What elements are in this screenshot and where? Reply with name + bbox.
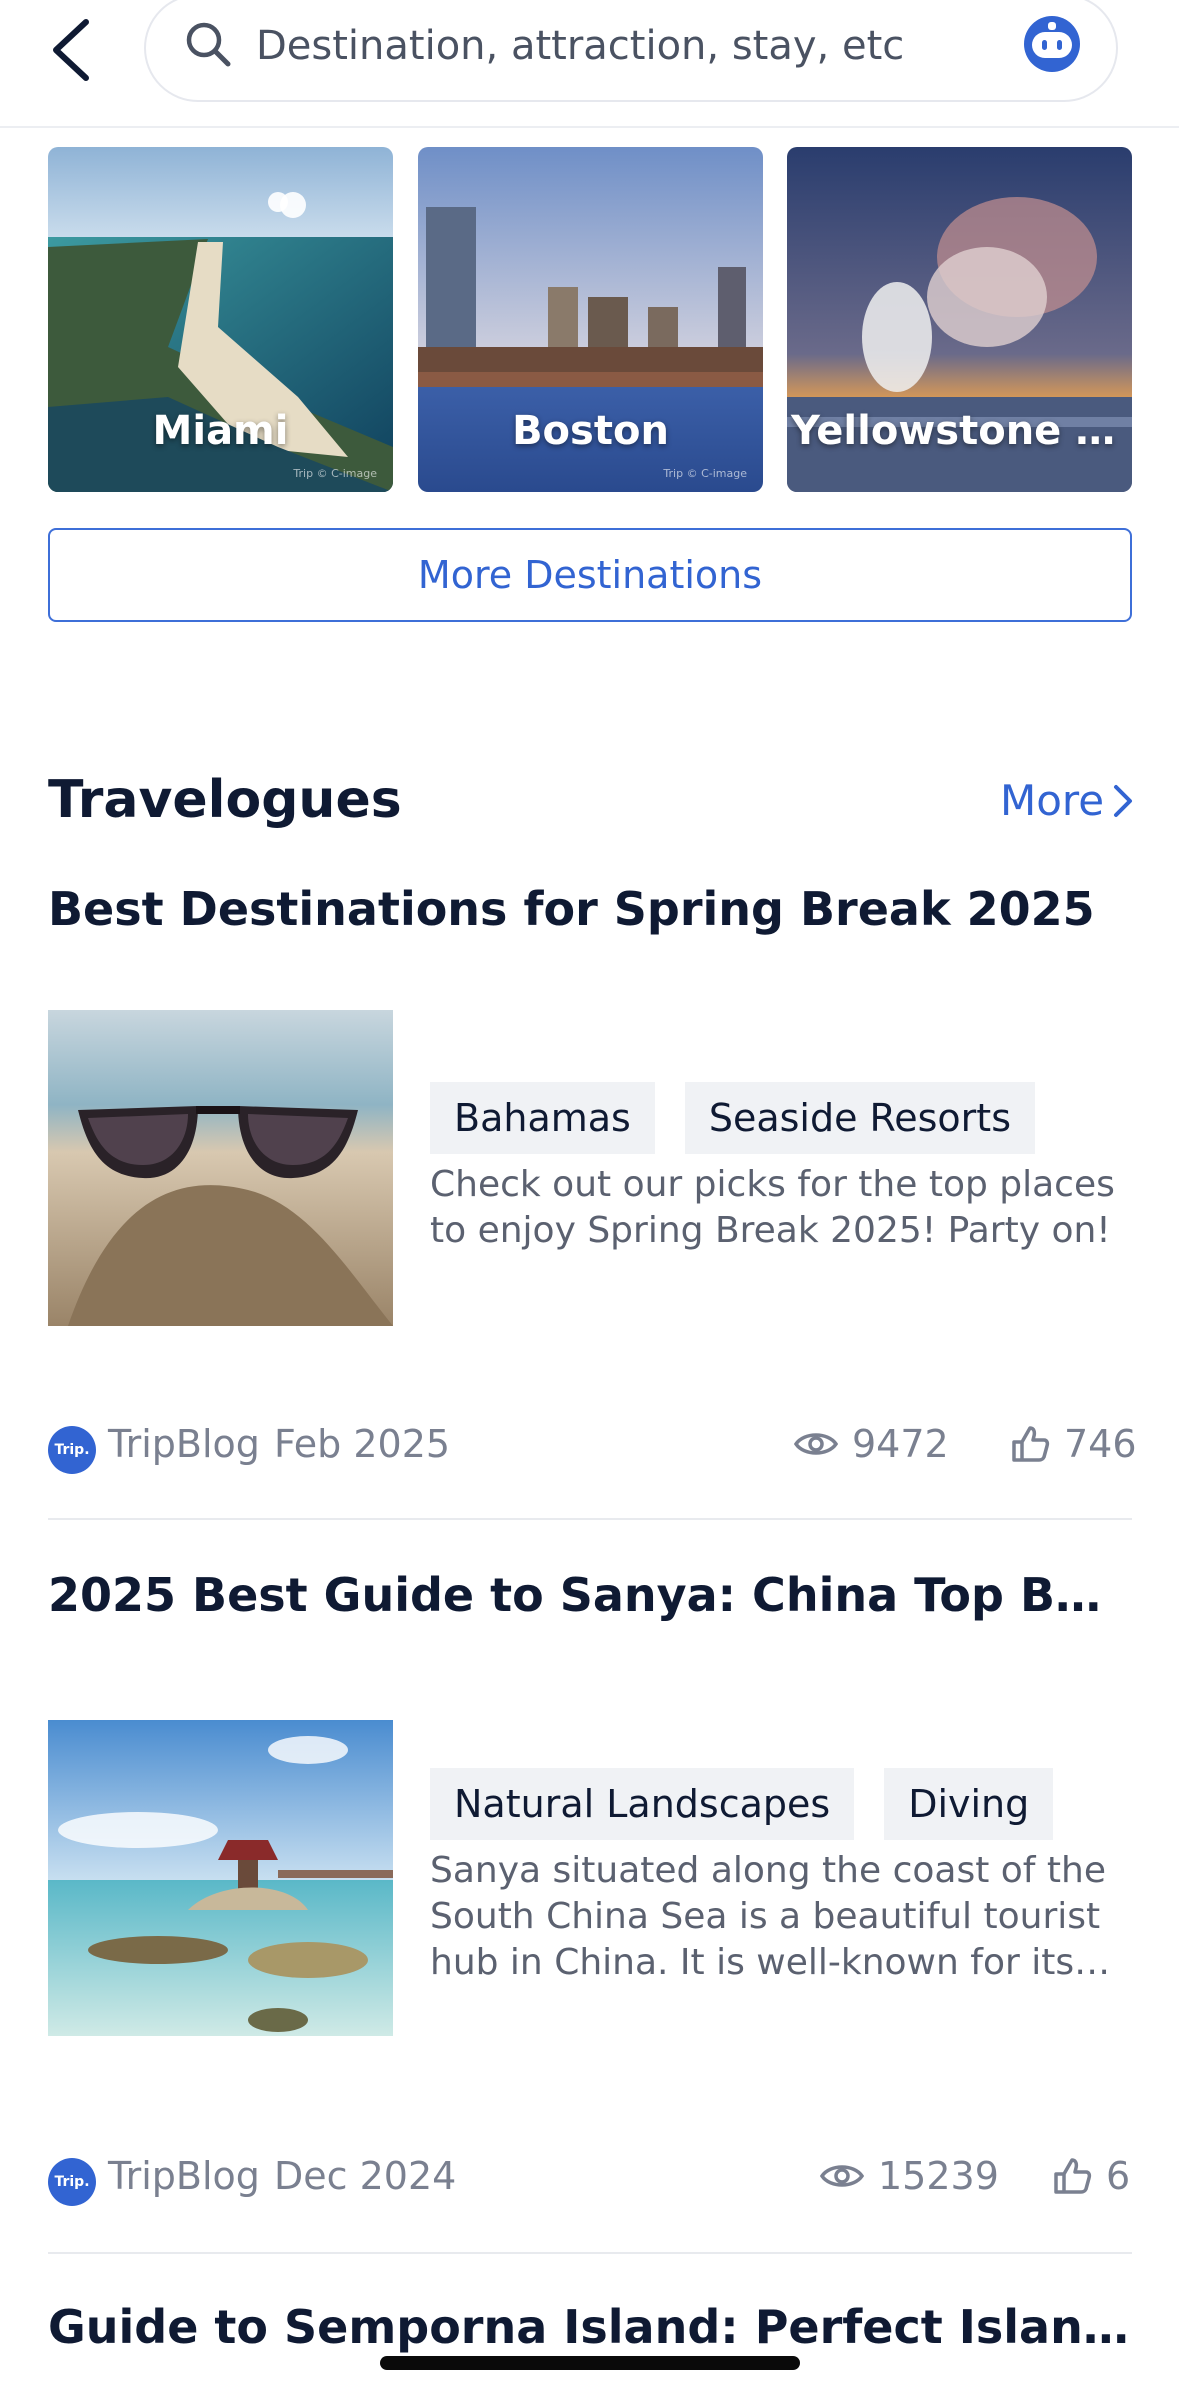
divider [48, 1518, 1132, 1520]
tag[interactable]: Seaside Resorts [684, 1082, 1035, 1154]
likes-value: 746 [1064, 1422, 1137, 1466]
divider [48, 2252, 1132, 2254]
travelogue-title[interactable]: 2025 Best Guide to Sanya: China Top Beac… [48, 1568, 1132, 1622]
search-bar[interactable] [144, 0, 1118, 102]
views-value: 9472 [852, 1422, 949, 1466]
travelogue-meta: Trip. TripBlog Dec 2024 15239 6 [48, 2154, 1132, 2210]
search-input[interactable] [256, 14, 976, 78]
destination-card-yellowstone[interactable]: Yellowstone Nat… [787, 147, 1132, 492]
views-count: 15239 [820, 2154, 999, 2198]
travelogue-title[interactable]: Guide to Semporna Island: Perfect Island… [48, 2300, 1132, 2354]
top-bar [0, 0, 1179, 128]
more-label: More [1000, 776, 1105, 825]
likes-count[interactable]: 746 [1010, 1422, 1137, 1466]
eye-icon [794, 1433, 838, 1455]
travelogue-thumbnail[interactable] [48, 1010, 393, 1326]
destination-name: Yellowstone Nat… [791, 408, 1132, 454]
tag[interactable]: Natural Landscapes [430, 1768, 855, 1840]
trip-logo-icon: Trip. [48, 2158, 96, 2206]
more-destinations-button[interactable]: More Destinations [48, 528, 1132, 622]
search-icon [186, 22, 231, 67]
destination-card-miami[interactable]: Miami Trip © C-image [48, 147, 393, 492]
views-count: 9472 [794, 1422, 949, 1466]
tag-list: Natural Landscapes Diving [430, 1768, 1054, 1840]
tag-list: Bahamas Seaside Resorts [430, 1082, 1035, 1154]
travelogue-description: Check out our picks for the top places t… [430, 1164, 1115, 1251]
travelogue-card[interactable]: Guide to Semporna Island: Perfect Island… [48, 2300, 1132, 2360]
destination-name: Boston [512, 408, 669, 454]
views-value: 15239 [878, 2154, 999, 2198]
ai-assistant-icon[interactable] [1022, 14, 1082, 74]
travelogues-more-link[interactable]: More [1000, 776, 1136, 825]
travelogue-meta: Trip. TripBlog Feb 2025 9472 746 [48, 1422, 1137, 1478]
thumbs-up-icon [1012, 1426, 1050, 1462]
destination-card-boston[interactable]: Boston Trip © C-image [418, 147, 763, 492]
travelogue-thumbnail[interactable] [48, 1720, 393, 2036]
back-button[interactable] [44, 14, 104, 86]
tag[interactable]: Bahamas [430, 1082, 655, 1154]
publish-date: Dec 2024 [274, 2154, 457, 2198]
home-indicator[interactable] [380, 2356, 800, 2370]
sanya-pavilion-image [48, 1720, 393, 2036]
tag[interactable]: Diving [884, 1768, 1054, 1840]
image-watermark: Trip © C-image [293, 467, 377, 480]
author-name[interactable]: TripBlog [108, 1422, 260, 1466]
chevron-right-icon [1114, 784, 1133, 817]
likes-value: 6 [1106, 2154, 1131, 2198]
eye-icon [820, 2165, 864, 2187]
travelogue-description: Sanya situated along the coast of the So… [430, 1850, 1106, 1983]
thumbs-up-icon [1054, 2158, 1092, 2194]
author-name[interactable]: TripBlog [108, 2154, 260, 2198]
trip-logo-icon: Trip. [48, 1426, 96, 1474]
destination-name: Miami [152, 408, 289, 454]
sunglasses-beach-image [48, 1010, 393, 1326]
publish-date: Feb 2025 [274, 1422, 451, 1466]
image-watermark: Trip © C-image [663, 467, 747, 480]
chevron-left-icon [53, 19, 89, 81]
travelogue-title[interactable]: Best Destinations for Spring Break 2025 [48, 882, 1132, 936]
likes-count[interactable]: 6 [1052, 2154, 1130, 2198]
travelogues-heading: Travelogues [48, 770, 402, 830]
